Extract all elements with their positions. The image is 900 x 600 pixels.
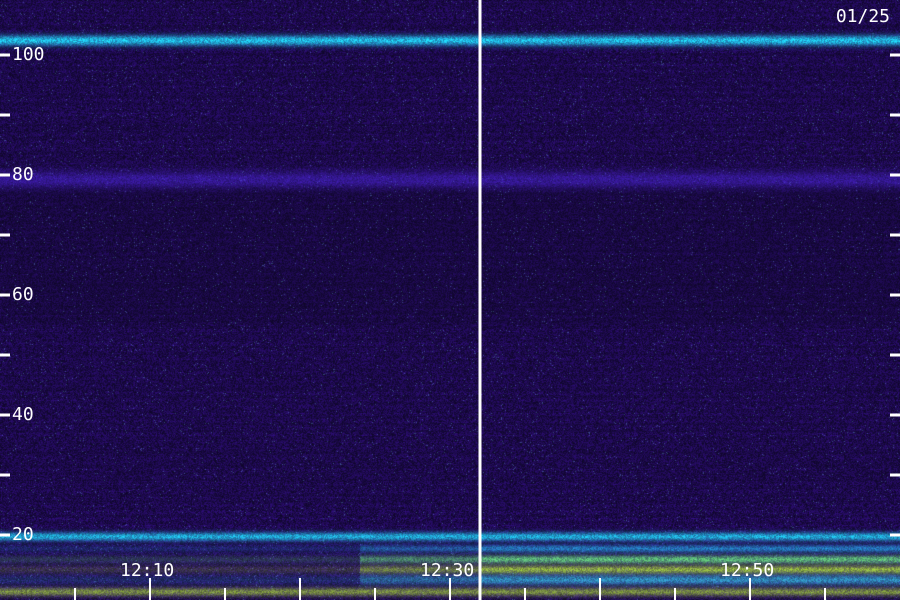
x-time-label: 12:10 bbox=[120, 560, 175, 581]
axis-overlay bbox=[0, 0, 900, 600]
spectrogram-panel: 01/25 100 80 60 40 20 12:10 12:30 12:50 bbox=[0, 0, 900, 600]
date-label: 01/25 bbox=[835, 6, 890, 27]
y-tick-label: 100 bbox=[12, 44, 45, 65]
y-tick-label: 20 bbox=[12, 524, 34, 545]
x-time-label: 12:50 bbox=[720, 560, 775, 581]
y-tick-label: 40 bbox=[12, 404, 34, 425]
y-tick-label: 80 bbox=[12, 164, 34, 185]
x-time-label: 12:30 bbox=[420, 560, 475, 581]
y-tick-label: 60 bbox=[12, 284, 34, 305]
